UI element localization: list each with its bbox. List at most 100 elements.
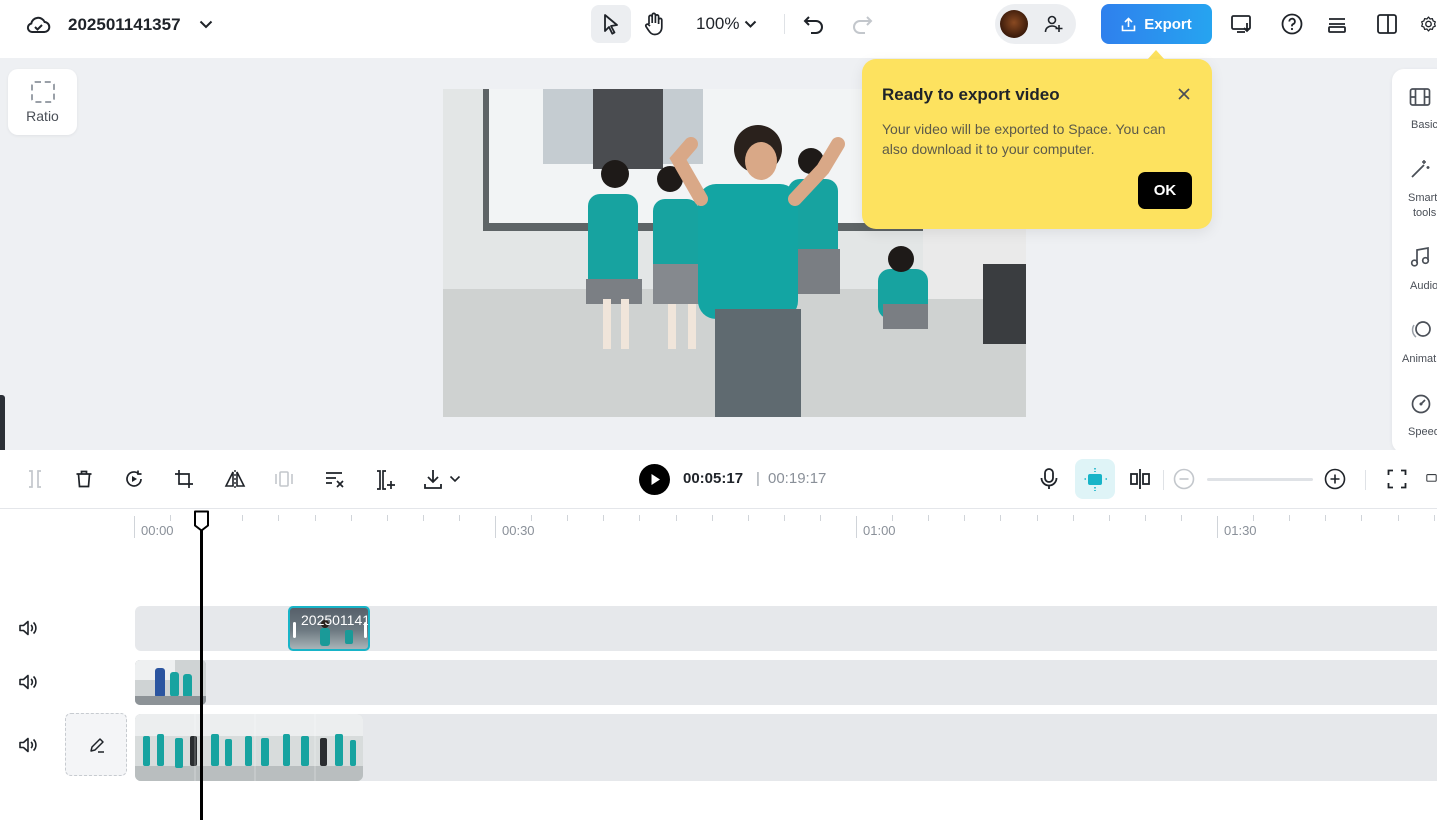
ruler-major-tick [1217,516,1218,538]
project-title[interactable]: 202501141357 [68,14,181,36]
ruler-minor-tick [1145,515,1146,521]
selected-clip[interactable]: 202501141357 [288,606,370,651]
upload-icon [1121,16,1136,31]
ruler-label: 01:30 [1224,523,1257,538]
video-clip[interactable] [135,660,206,705]
ruler-minor-tick [928,515,929,521]
monitor-icon[interactable] [1426,468,1437,490]
top-bar: 202501141357 100% Export [0,0,1437,58]
zoom-level[interactable]: 100% [696,13,739,35]
ruler-minor-tick [1073,515,1074,521]
help-icon[interactable] [1280,12,1304,36]
fit-timeline-icon[interactable] [1386,468,1408,490]
ruler-minor-tick [820,515,821,521]
ruler-label: 01:00 [863,523,896,538]
microphone-icon[interactable] [1038,467,1060,491]
divider [784,14,785,34]
ruler-minor-tick [1000,515,1001,521]
ruler-minor-tick [1398,515,1399,521]
ok-button[interactable]: OK [1138,172,1192,209]
delete-icon[interactable] [73,468,95,490]
zoom-chevron-down-icon[interactable] [742,17,758,31]
left-panel-handle[interactable] [0,395,5,453]
remove-background-icon[interactable] [323,468,347,490]
edit-toolbar: 00:05:17 | 00:19:17 [0,450,1437,509]
rp-basic[interactable]: Basic [1392,83,1437,143]
ruler-minor-tick [423,515,424,521]
playhead[interactable] [200,530,203,820]
timeline[interactable]: 00:00 00:30 01:00 01:30 202501141357 [0,510,1437,820]
ruler-minor-tick [531,515,532,521]
ruler-minor-tick [892,515,893,521]
main-video-clip[interactable] [135,714,363,781]
ruler-minor-tick [278,515,279,521]
hand-tool-icon[interactable] [642,12,666,36]
rp-animation-label: Animation [1402,353,1437,365]
track-3-volume-icon[interactable] [17,734,39,756]
undo-icon[interactable] [802,12,826,36]
pointer-icon [604,14,618,35]
avatar[interactable] [1000,10,1028,38]
ruler-minor-tick [1361,515,1362,521]
track-2[interactable] [135,660,1437,705]
zoom-in-icon[interactable] [1324,468,1346,490]
ruler-minor-tick [784,515,785,521]
ruler-major-tick [495,516,496,538]
redo-icon[interactable] [850,12,874,36]
freeze-frame-icon[interactable] [273,468,295,490]
total-time: 00:19:17 [768,470,827,487]
music-note-icon [1408,245,1432,269]
download-icon[interactable] [421,468,445,490]
auto-cut-icon[interactable] [373,468,397,492]
rp-audio[interactable]: Audio [1392,245,1437,301]
cloud-sync-icon[interactable] [24,12,52,38]
collaborators[interactable] [995,4,1076,44]
rp-smart-label: Smart [1408,192,1437,204]
ruler-label: 00:00 [141,523,174,538]
export-label: Export [1144,15,1192,33]
settings-icon[interactable] [1420,12,1437,36]
cover-edit-button[interactable] [65,713,127,776]
split-screen-icon[interactable] [1128,468,1152,490]
rp-smart-label2: tools [1413,207,1437,219]
select-tool-button[interactable] [591,5,631,43]
zoom-slider[interactable] [1207,478,1313,481]
rp-speed[interactable]: Speed [1392,391,1437,447]
clip-left-handle[interactable] [293,622,296,638]
ruler-minor-tick [387,515,388,521]
magnet-snap-button[interactable] [1075,459,1115,499]
ratio-icon [31,81,55,103]
crop-icon[interactable] [173,468,195,490]
clip-thumbnail [135,660,206,705]
close-icon[interactable] [1175,85,1193,103]
ratio-button[interactable]: Ratio [8,69,77,135]
flip-icon[interactable] [223,468,247,490]
rp-speed-label: Speed [1408,426,1437,438]
download-chevron-icon[interactable] [448,474,462,484]
play-icon [651,474,660,485]
ruler-minor-tick [351,515,352,521]
add-user-icon[interactable] [1043,14,1065,34]
ruler-minor-tick [712,515,713,521]
ruler-minor-tick [1181,515,1182,521]
track-1-volume-icon[interactable] [17,617,39,639]
zoom-out-icon[interactable] [1173,468,1195,490]
rp-smart-tools[interactable]: Smart tools [1392,157,1437,221]
ruler-minor-tick [1037,515,1038,521]
split-icon[interactable] [24,468,46,490]
track-2-volume-icon[interactable] [17,671,39,693]
pencil-icon [87,735,107,755]
replay-icon[interactable] [123,468,145,490]
right-properties-panel: Basic Smart tools Audio Animation Speed [1392,69,1437,453]
chevron-down-icon[interactable] [197,16,215,32]
clip-right-handle[interactable] [364,622,367,638]
rp-animation[interactable]: Animation [1392,318,1437,374]
layout-panel-icon[interactable] [1375,12,1399,36]
export-button[interactable]: Export [1101,4,1212,44]
ruler-minor-tick [1289,515,1290,521]
playhead-handle[interactable] [193,510,210,532]
play-button[interactable] [639,464,670,495]
export-to-device-icon[interactable] [1229,12,1255,36]
ruler-major-tick [856,516,857,538]
layers-icon[interactable] [1325,12,1349,36]
